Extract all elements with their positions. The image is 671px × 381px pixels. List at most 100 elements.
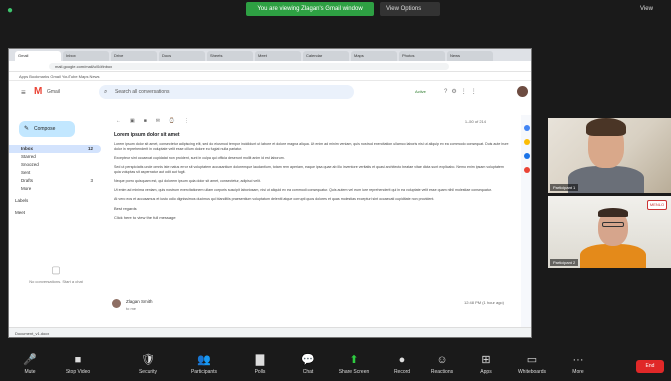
browser-tab[interactable]: Meet [255,51,301,61]
email-subject: Lorem ipsum dolor sit amet [114,132,180,138]
chat-button[interactable]: 💬 Chat [286,353,330,375]
security-button[interactable]: 🛡 Security [126,353,170,375]
toolbar-icons[interactable]: ←▣■✉⌚⋮ [116,118,198,124]
participant-video[interactable]: Participant 1 [548,118,671,193]
sidebar-item-more[interactable]: More [9,185,101,193]
menu-icon[interactable]: ≡ [21,88,26,97]
control-label: Polls [254,369,266,375]
chat-placeholder-text: No conversations. Start a chat [29,279,83,284]
download-bar[interactable]: Document_v1.docx [9,327,531,337]
shared-browser-window: Gmail Inbox Drive Docs Sheets Meet Calen… [8,48,532,338]
polls-icon: ▇ [255,354,265,366]
view-options-button[interactable]: View Options [380,2,440,16]
reply-header[interactable]: Zlagan Smith to me 12:48 PM (1 hour ago) [104,297,516,315]
chat-placeholder: ▢ No conversations. Start a chat [21,265,91,284]
compose-label: Compose [34,126,56,132]
bookmarks-bar[interactable]: Apps Bookmarks Gmail YouTube Maps News [9,72,531,81]
more-button[interactable]: ··· More [556,353,600,375]
control-label: Reactions [430,369,454,375]
tasks-icon[interactable] [524,153,530,159]
whiteboards-button[interactable]: ▭ Whiteboards [510,353,554,375]
search-placeholder: Search all conversations [115,89,170,95]
sidebar-item-drafts[interactable]: Drafts 3 [9,177,101,185]
browser-tab[interactable]: Maps [351,51,397,61]
browser-tab[interactable]: Drive [111,51,157,61]
company-logo: MENLO [647,200,667,210]
shield-icon: 🛡 [141,354,155,366]
sidebar-item-starred[interactable]: Starred [9,153,101,161]
recipient-line: to me [126,306,137,311]
account-avatar[interactable] [517,86,528,97]
sidebar-item-snoozed[interactable]: Snoozed [9,161,101,169]
calendar-icon[interactable] [524,125,530,131]
reactions-button[interactable]: ☺ Reactions [420,353,464,375]
sidebar-item-label: More [21,186,32,191]
record-button[interactable]: ● Record [380,353,424,375]
microphone-icon: 🎤 [23,354,37,366]
keep-icon[interactable] [524,139,530,145]
email-paragraph: Excepteur sint occaecat cupidatat non pr… [114,156,285,160]
control-label: Security [138,369,158,375]
sidebar-item-sent[interactable]: Sent [9,169,101,177]
glasses-icon [602,222,624,227]
browser-tab[interactable]: Sheets [207,51,253,61]
contacts-icon[interactable] [524,167,530,173]
control-label: More [572,369,584,375]
stop-video-button[interactable]: ■ Stop Video [56,353,100,375]
mute-button[interactable]: 🎤 Mute [8,353,52,375]
screen-share-banner[interactable]: You are viewing Zlagan's Gmail window [246,2,374,16]
sidebar-item-label: Starred [21,154,36,159]
gmail-logo-icon[interactable]: M [34,86,42,97]
control-label: Chat [302,369,314,375]
header-icons[interactable]: ?⚙⋮⋮ [444,88,481,95]
drafts-count: 3 [90,178,93,183]
gmail-header: ≡ M Gmail ⌕ Search all conversations Act… [9,81,531,103]
email-paragraph: Ut enim ad minima veniam, quis nostrum e… [114,188,492,192]
browser-tab[interactable]: Gmail [15,51,61,61]
email-toolbar: ←▣■✉⌚⋮ 1–50 of 214 [104,115,516,129]
labels-section[interactable]: Labels [9,197,101,205]
browser-tab[interactable]: Calendar [303,51,349,61]
email-body: Lorem ipsum dolor sit amet Lorem ipsum d… [114,132,509,220]
polls-button[interactable]: ▇ Polls [238,353,282,375]
browser-tab[interactable]: Docs [159,51,205,61]
control-label: Record [393,369,411,375]
browser-tab[interactable]: Photos [399,51,445,61]
sidebar-item-inbox[interactable]: Inbox 12 [9,145,101,153]
gmail-search-input[interactable]: ⌕ Search all conversations [99,85,354,99]
security-shield-icon: ● [7,5,14,16]
chat-icon: 💬 [301,354,315,366]
gmail-title: Gmail [47,89,61,95]
pager[interactable]: 1–50 of 214 [465,119,486,124]
control-label: Share Screen [338,369,370,375]
participant-body [568,166,644,193]
participants-icon: 👥 [197,354,211,366]
reactions-icon: ☺ [436,354,448,366]
participants-button[interactable]: 👥 Participants [182,353,226,375]
sidebar-item-label: Inbox [21,146,33,151]
side-panel-rail [521,115,531,337]
sender-name: Zlagan Smith [126,299,153,304]
control-label: Stop Video [65,369,91,375]
pencil-icon: ✎ [24,126,30,132]
participant-video[interactable]: MENLO Participant 2 [548,196,671,268]
meeting-controls: 🎤 Mute ■ Stop Video 🛡 Security 👥 Partici… [0,350,671,381]
share-screen-button[interactable]: ⬆ Share Screen [332,353,376,375]
end-meeting-button[interactable]: End [636,360,664,373]
participant-body [580,244,646,268]
meet-section[interactable]: Meet [9,209,101,217]
control-label: Mute [24,369,36,375]
whiteboard-icon: ▭ [526,354,538,366]
unread-count: 12 [87,146,93,151]
control-label: Apps [480,369,492,375]
browser-tab[interactable]: News [447,51,493,61]
email-link[interactable]: Click here to view the full message [114,215,509,220]
apps-button[interactable]: ⊞ Apps [464,353,508,375]
address-bar: mail.google.com/mail/u/0/#inbox [9,61,531,72]
sidebar-item-label: Sent [21,170,31,175]
status-indicator[interactable]: Active [415,89,426,94]
compose-button[interactable]: ✎ Compose [19,121,75,137]
url-input[interactable]: mail.google.com/mail/u/0/#inbox [49,63,449,70]
view-button[interactable]: View [640,6,653,12]
browser-tab[interactable]: Inbox [63,51,109,61]
